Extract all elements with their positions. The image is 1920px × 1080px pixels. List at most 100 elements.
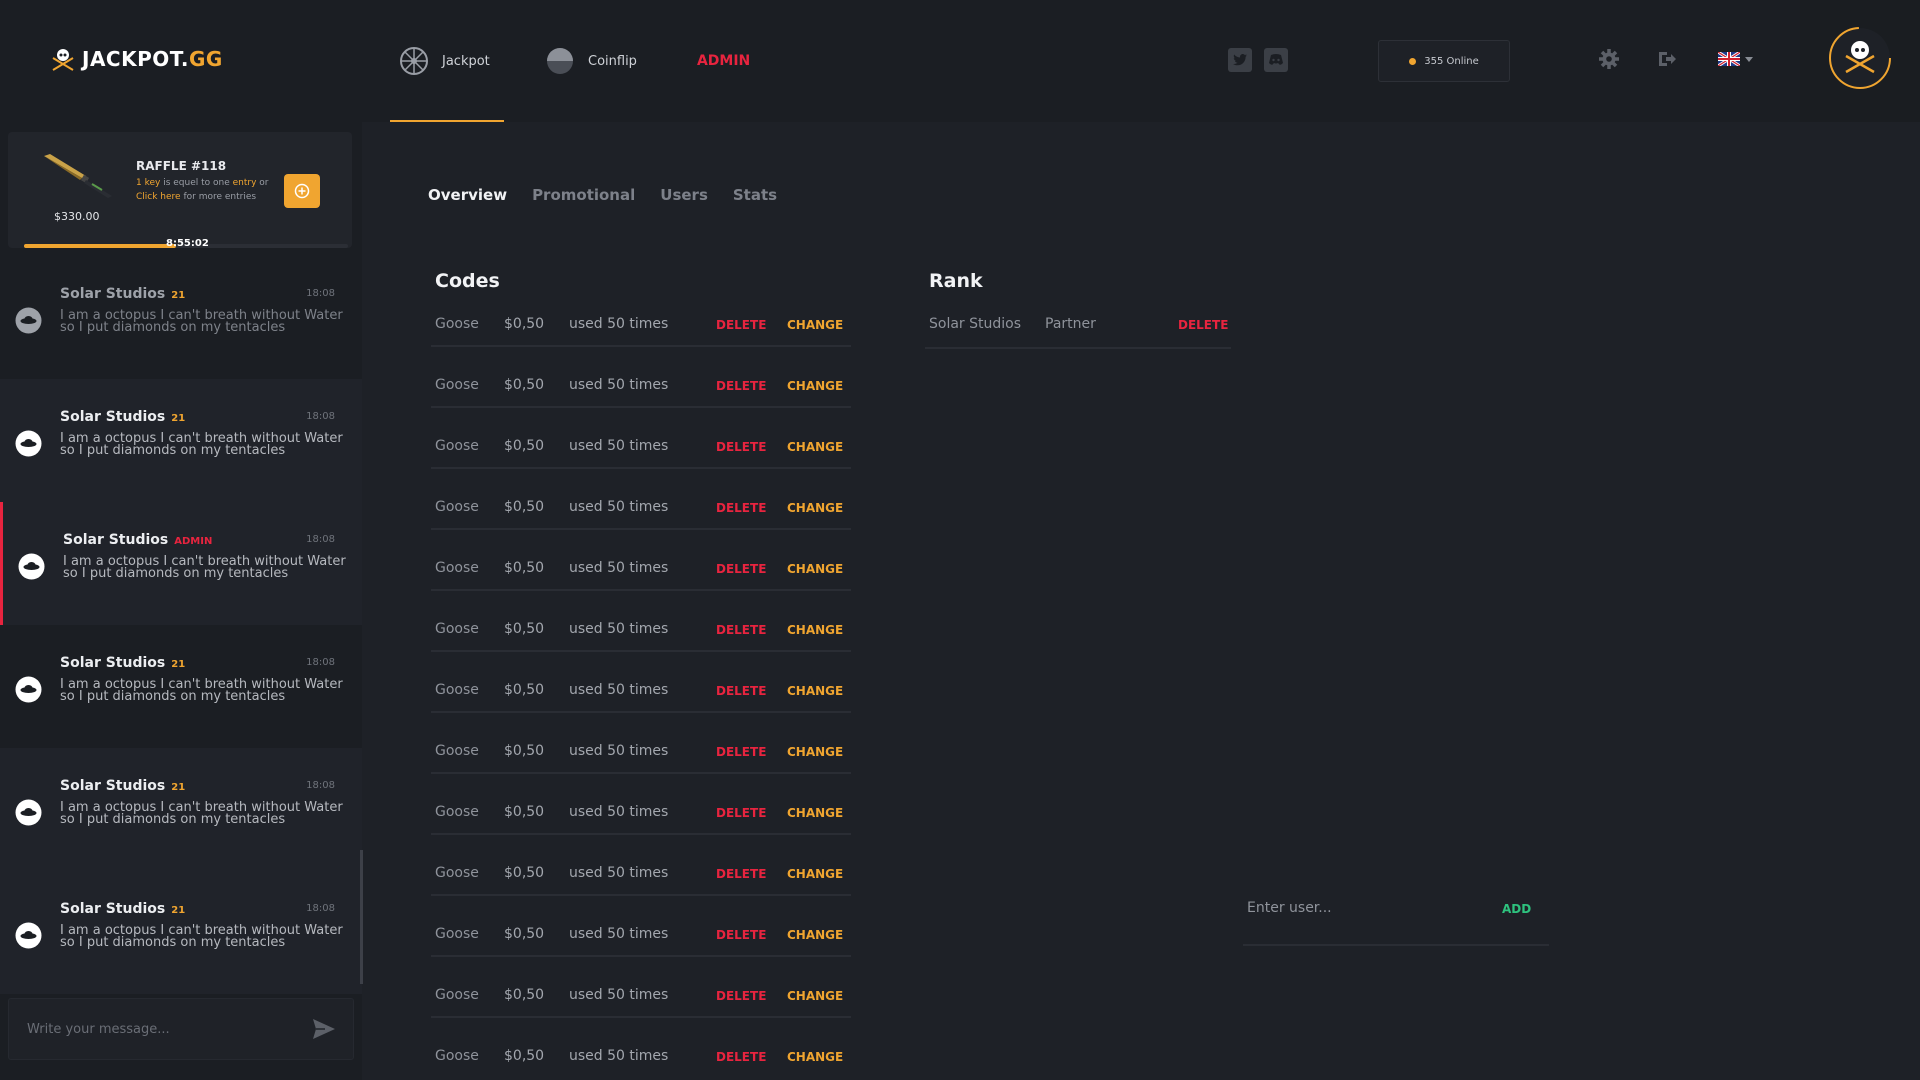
- code-change-button[interactable]: CHANGE: [787, 989, 843, 1003]
- code-delete-button[interactable]: DELETE: [716, 623, 766, 637]
- ufo-avatar-icon: [15, 430, 42, 457]
- code-usage: used 50 times: [569, 438, 669, 454]
- user-level-badge: 21: [171, 659, 186, 670]
- code-delete-button[interactable]: DELETE: [716, 989, 766, 1003]
- rank-user-name: Solar Studios: [929, 316, 1022, 332]
- chat-text: I am a octopus I can't breath without Wa…: [60, 431, 343, 458]
- code-delete-button[interactable]: DELETE: [716, 562, 766, 576]
- nav-coinflip[interactable]: Coinflip: [536, 0, 647, 122]
- tab-overview[interactable]: Overview: [428, 186, 507, 204]
- chat-username: Solar Studios 21: [60, 409, 186, 425]
- code-row: Goose $0,50 used 50 times DELETE CHANGE: [431, 1018, 851, 1079]
- code-usage: used 50 times: [569, 1048, 669, 1064]
- code-change-button[interactable]: CHANGE: [787, 318, 843, 332]
- chat-text: I am a octopus I can't breath without Wa…: [60, 923, 343, 950]
- ufo-avatar-icon: [15, 676, 42, 703]
- chat-username: Solar Studios ADMIN: [63, 532, 213, 548]
- add-user-button[interactable]: ADD: [1502, 902, 1531, 916]
- code-delete-button[interactable]: DELETE: [716, 745, 766, 759]
- chat-message-input[interactable]: [27, 1017, 287, 1041]
- code-change-button[interactable]: CHANGE: [787, 928, 843, 942]
- code-usage: used 50 times: [569, 621, 669, 637]
- raffle-more-entries[interactable]: Click here for more entries: [136, 192, 256, 202]
- code-row: Goose $0,50 used 50 times DELETE CHANGE: [431, 591, 851, 652]
- user-level-badge: 21: [171, 290, 186, 301]
- nav-admin-label: ADMIN: [696, 53, 751, 69]
- code-change-button[interactable]: CHANGE: [787, 684, 843, 698]
- chat-username: Solar Studios 21: [60, 655, 186, 671]
- code-row: Goose $0,50 used 50 times DELETE CHANGE: [431, 286, 851, 347]
- send-icon[interactable]: [313, 1019, 335, 1039]
- raffle-card: $330.00 RAFFLE #118 1 key is equel to on…: [8, 132, 352, 249]
- social-links: [1228, 48, 1288, 72]
- top-header: JACKPOT.GG Jackpot Coinflip ADMIN 355 On…: [0, 0, 1920, 122]
- language-selector[interactable]: [1718, 52, 1753, 66]
- code-value: $0,50: [504, 682, 545, 698]
- gear-icon[interactable]: [1599, 49, 1619, 69]
- code-change-button[interactable]: CHANGE: [787, 867, 843, 881]
- chat-scrollbar[interactable]: [360, 850, 363, 984]
- user-level-badge: 21: [171, 905, 186, 916]
- code-change-button[interactable]: CHANGE: [787, 623, 843, 637]
- tab-promotional[interactable]: Promotional: [532, 186, 635, 204]
- code-delete-button[interactable]: DELETE: [716, 440, 766, 454]
- rank-delete-button[interactable]: DELETE: [1178, 318, 1228, 332]
- raffle-enter-button[interactable]: [284, 174, 320, 208]
- chat-message: Solar Studios 21 18:08 I am a octopus I c…: [0, 379, 362, 502]
- code-delete-button[interactable]: DELETE: [716, 318, 766, 332]
- chat-username: Solar Studios 21: [60, 901, 186, 917]
- code-delete-button[interactable]: DELETE: [716, 928, 766, 942]
- code-change-button[interactable]: CHANGE: [787, 806, 843, 820]
- code-value: $0,50: [504, 1048, 545, 1064]
- nav-jackpot[interactable]: Jackpot: [390, 0, 504, 122]
- code-change-button[interactable]: CHANGE: [787, 440, 843, 454]
- code-value: $0,50: [504, 499, 545, 515]
- code-delete-button[interactable]: DELETE: [716, 501, 766, 515]
- code-usage: used 50 times: [569, 682, 669, 698]
- code-change-button[interactable]: CHANGE: [787, 745, 843, 759]
- site-logo[interactable]: JACKPOT.GG: [50, 46, 223, 72]
- code-delete-button[interactable]: DELETE: [716, 806, 766, 820]
- rank-row: Solar Studios Partner DELETE: [925, 286, 1231, 349]
- user-search-input[interactable]: [1247, 894, 1477, 922]
- code-name: Goose: [435, 682, 479, 698]
- code-delete-button[interactable]: DELETE: [716, 867, 766, 881]
- admin-badge: ADMIN: [174, 536, 213, 547]
- code-name: Goose: [435, 316, 479, 332]
- code-change-button[interactable]: CHANGE: [787, 562, 843, 576]
- code-delete-button[interactable]: DELETE: [716, 1050, 766, 1064]
- online-count: 355 Online: [1424, 55, 1479, 67]
- tab-stats[interactable]: Stats: [733, 186, 777, 204]
- codes-table: Goose $0,50 used 50 times DELETE CHANGE Goose…: [431, 286, 851, 1079]
- code-delete-button[interactable]: DELETE: [716, 379, 766, 393]
- chat-text: I am a octopus I can't breath without Wa…: [63, 554, 346, 581]
- nav-jackpot-label: Jackpot: [442, 53, 490, 69]
- twitter-icon[interactable]: [1228, 48, 1252, 72]
- code-change-button[interactable]: CHANGE: [787, 501, 843, 515]
- code-change-button[interactable]: CHANGE: [787, 1050, 843, 1064]
- code-name: Goose: [435, 377, 479, 393]
- code-row: Goose $0,50 used 50 times DELETE CHANGE: [431, 957, 851, 1018]
- code-change-button[interactable]: CHANGE: [787, 379, 843, 393]
- code-row: Goose $0,50 used 50 times DELETE CHANGE: [431, 713, 851, 774]
- discord-icon[interactable]: [1264, 48, 1288, 72]
- nav-admin[interactable]: ADMIN: [687, 0, 760, 122]
- rank-role: Partner: [1045, 316, 1096, 332]
- logout-icon[interactable]: [1657, 49, 1677, 69]
- ufo-avatar-icon: [15, 799, 42, 826]
- code-value: $0,50: [504, 377, 545, 393]
- tab-users[interactable]: Users: [660, 186, 708, 204]
- admin-tabs: Overview Promotional Users Stats: [428, 186, 777, 204]
- roulette-wheel-icon: [400, 47, 428, 75]
- code-name: Goose: [435, 804, 479, 820]
- nav-coinflip-label: Coinflip: [588, 53, 637, 69]
- code-value: $0,50: [504, 804, 545, 820]
- code-value: $0,50: [504, 316, 545, 332]
- user-level-badge: 21: [171, 782, 186, 793]
- code-delete-button[interactable]: DELETE: [716, 684, 766, 698]
- avatar[interactable]: [1828, 26, 1892, 90]
- coin-icon: [547, 48, 573, 74]
- code-name: Goose: [435, 438, 479, 454]
- plus-circle-icon: [294, 183, 310, 199]
- raffle-info-line: 1 key is equel to one entry or: [136, 178, 269, 188]
